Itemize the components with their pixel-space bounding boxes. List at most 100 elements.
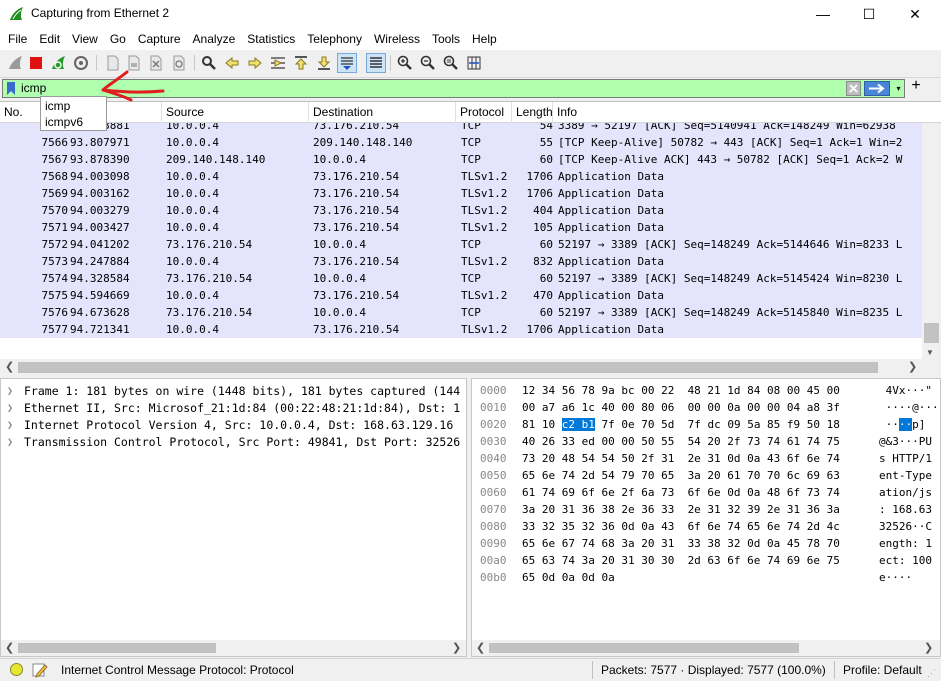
add-filter-button[interactable]: + bbox=[909, 77, 923, 95]
column-header-destination[interactable]: Destination bbox=[309, 102, 456, 123]
expert-info-led-icon[interactable] bbox=[10, 663, 23, 676]
scroll-right-icon[interactable]: ❯ bbox=[908, 360, 917, 373]
scroll-down-icon[interactable]: ▼ bbox=[926, 348, 934, 357]
save-file-button[interactable] bbox=[124, 53, 144, 73]
packet-row[interactable]: 756593.74388110.0.0.473.176.210.54TCP543… bbox=[0, 123, 922, 134]
maximize-button[interactable]: ☐ bbox=[846, 0, 892, 28]
capture-options-button[interactable] bbox=[71, 53, 91, 73]
column-header-info[interactable]: Info bbox=[553, 102, 941, 123]
normal-size-button[interactable] bbox=[441, 53, 461, 73]
bookmark-icon[interactable] bbox=[6, 82, 16, 95]
zoom-in-button[interactable] bbox=[395, 53, 415, 73]
detail-tree-item-tcp[interactable]: ❯ Transmission Control Protocol, Src Por… bbox=[1, 434, 466, 451]
hex-dump-row[interactable]: 0030 40 26 33 ed 00 00 50 55 54 20 2f 73 … bbox=[472, 433, 940, 450]
restart-capture-button[interactable] bbox=[48, 53, 68, 73]
column-header-length[interactable]: Length bbox=[512, 102, 553, 123]
packet-list-vertical-scrollbar[interactable]: ▼ bbox=[922, 123, 941, 359]
go-to-packet-button[interactable] bbox=[268, 53, 288, 73]
menu-statistics[interactable]: Statistics bbox=[241, 28, 301, 50]
scrollbar-thumb[interactable] bbox=[924, 323, 939, 343]
display-filter-input[interactable] bbox=[21, 80, 841, 97]
expand-chevron-icon[interactable]: ❯ bbox=[7, 417, 13, 434]
scroll-left-icon[interactable]: ❮ bbox=[476, 641, 485, 654]
apply-filter-arrow-icon[interactable] bbox=[864, 81, 890, 96]
hex-dump-row[interactable]: 0020 81 10 c2 b1 7f 0e 70 5d 7f dc 09 5a … bbox=[472, 416, 940, 433]
menu-view[interactable]: View bbox=[66, 28, 104, 50]
column-header-source[interactable]: Source bbox=[162, 102, 309, 123]
start-capture-button[interactable] bbox=[5, 53, 25, 73]
scrollbar-thumb[interactable] bbox=[18, 362, 878, 373]
scroll-right-icon[interactable]: ❯ bbox=[924, 641, 933, 654]
scroll-right-icon[interactable]: ❯ bbox=[452, 641, 461, 654]
packet-row[interactable]: 7566 93.807971 10.0.0.4 209.140.148.140 TCP 5… bbox=[0, 134, 922, 151]
menu-file[interactable]: File bbox=[2, 28, 33, 50]
go-first-packet-button[interactable] bbox=[291, 53, 311, 73]
menu-go[interactable]: Go bbox=[104, 28, 132, 50]
hex-dump-row[interactable]: 0050 65 6e 74 2d 54 79 70 65 3a 20 61 70 … bbox=[472, 467, 940, 484]
hex-dump-row[interactable]: 0070 3a 20 31 36 38 2e 36 33 2e 31 32 39 … bbox=[472, 501, 940, 518]
hex-dump-row[interactable]: 0010 00 a7 a6 1c 40 00 80 06 00 00 0a 00 … bbox=[472, 399, 940, 416]
details-horizontal-scrollbar[interactable]: ❮ ❯ bbox=[1, 640, 466, 656]
go-last-packet-button[interactable] bbox=[314, 53, 334, 73]
packet-row[interactable]: 7571 94.003427 10.0.0.4 73.176.210.54 TLSv1.… bbox=[0, 219, 922, 236]
reload-file-button[interactable] bbox=[169, 53, 189, 73]
packet-row[interactable]: 7567 93.878390 209.140.148.140 10.0.0.4 TCP 6… bbox=[0, 151, 922, 168]
hex-dump-row[interactable]: 0080 33 32 35 32 36 0d 0a 43 6f 6e 74 65 … bbox=[472, 518, 940, 535]
go-forward-button[interactable] bbox=[245, 53, 265, 73]
filter-history-dropdown[interactable]: ▾ bbox=[893, 81, 904, 96]
packet-row[interactable]: 7568 94.003098 10.0.0.4 73.176.210.54 TLSv1.… bbox=[0, 168, 922, 185]
profile-status[interactable]: Profile: Default bbox=[843, 663, 922, 677]
scroll-left-icon[interactable]: ❮ bbox=[5, 641, 14, 654]
expand-chevron-icon[interactable]: ❯ bbox=[7, 400, 13, 417]
detail-tree-item-ethernet[interactable]: ❯ Ethernet II, Src: Microsof_21:1d:84 (0… bbox=[1, 400, 466, 417]
expand-chevron-icon[interactable]: ❯ bbox=[7, 383, 13, 400]
hex-dump-row[interactable]: 0000 12 34 56 78 9a bc 00 22 48 21 1d 84 … bbox=[472, 382, 940, 399]
menu-telephony[interactable]: Telephony bbox=[301, 28, 368, 50]
scrollbar-thumb[interactable] bbox=[18, 643, 216, 653]
packet-row[interactable]: 7573 94.247884 10.0.0.4 73.176.210.54 TLSv1.… bbox=[0, 253, 922, 270]
close-button[interactable]: ✕ bbox=[892, 0, 938, 28]
hex-dump-row[interactable]: 00b0 65 0d 0a 0d 0a e···· bbox=[472, 569, 940, 586]
hex-dump-row[interactable]: 0040 73 20 48 54 54 50 2f 31 2e 31 0d 0a … bbox=[472, 450, 940, 467]
zoom-out-button[interactable] bbox=[418, 53, 438, 73]
detail-tree-item-ip[interactable]: ❯ Internet Protocol Version 4, Src: 10.0… bbox=[1, 417, 466, 434]
menu-edit[interactable]: Edit bbox=[33, 28, 66, 50]
hex-dump-row[interactable]: 0090 65 6e 67 74 68 3a 20 31 33 38 32 0d … bbox=[472, 535, 940, 552]
scrollbar-thumb[interactable] bbox=[489, 643, 799, 653]
packet-list-horizontal-scrollbar[interactable]: ❮ ❯ bbox=[0, 359, 941, 376]
detail-tree-item-frame[interactable]: ❯ Frame 1: 181 bytes on wire (1448 bits)… bbox=[1, 383, 466, 400]
open-file-button[interactable] bbox=[103, 53, 123, 73]
menu-tools[interactable]: Tools bbox=[426, 28, 466, 50]
expand-chevron-icon[interactable]: ❯ bbox=[7, 434, 13, 451]
minimize-button[interactable]: — bbox=[800, 0, 846, 28]
clear-filter-icon[interactable] bbox=[846, 81, 861, 96]
close-file-button[interactable] bbox=[146, 53, 166, 73]
capture-comment-pencil-icon[interactable] bbox=[32, 662, 48, 678]
hex-offset: 00b0 bbox=[480, 571, 507, 584]
menu-analyze[interactable]: Analyze bbox=[187, 28, 242, 50]
menu-wireless[interactable]: Wireless bbox=[368, 28, 426, 50]
menu-capture[interactable]: Capture bbox=[132, 28, 187, 50]
hex-dump-row[interactable]: 0060 61 74 69 6f 6e 2f 6a 73 6f 6e 0d 0a … bbox=[472, 484, 940, 501]
colorize-button[interactable] bbox=[366, 53, 386, 73]
menu-help[interactable]: Help bbox=[466, 28, 503, 50]
find-packet-button[interactable] bbox=[199, 53, 219, 73]
packet-row[interactable]: 7576 94.673628 73.176.210.54 10.0.0.4 TCP 60 5… bbox=[0, 304, 922, 321]
hex-dump-row[interactable]: 00a0 65 63 74 3a 20 31 30 30 2d 63 6f 6e … bbox=[472, 552, 940, 569]
go-back-button[interactable] bbox=[222, 53, 242, 73]
packet-row[interactable]: 7569 94.003162 10.0.0.4 73.176.210.54 TLSv1.… bbox=[0, 185, 922, 202]
scroll-left-icon[interactable]: ❮ bbox=[5, 360, 14, 373]
packet-row[interactable]: 7575 94.594669 10.0.0.4 73.176.210.54 TLSv1.… bbox=[0, 287, 922, 304]
packet-row[interactable]: 7577 94.721341 10.0.0.4 73.176.210.54 TLSv1.… bbox=[0, 321, 922, 338]
resize-columns-button[interactable] bbox=[464, 53, 484, 73]
bytes-horizontal-scrollbar[interactable]: ❮ ❯ bbox=[472, 640, 940, 656]
auto-scroll-button[interactable] bbox=[337, 53, 357, 73]
packet-row[interactable]: 7574 94.328584 73.176.210.54 10.0.0.4 TCP 60 5… bbox=[0, 270, 922, 287]
packet-row[interactable]: 7572 94.041202 73.176.210.54 10.0.0.4 TCP 60 5… bbox=[0, 236, 922, 253]
autocomplete-item-icmp[interactable]: icmp bbox=[45, 98, 70, 114]
column-header-protocol[interactable]: Protocol bbox=[456, 102, 512, 123]
stop-capture-button[interactable] bbox=[26, 53, 46, 73]
resize-grip-icon[interactable]: ⋰ bbox=[927, 668, 936, 679]
packet-row[interactable]: 7570 94.003279 10.0.0.4 73.176.210.54 TLSv1.… bbox=[0, 202, 922, 219]
autocomplete-item-icmpv6[interactable]: icmpv6 bbox=[45, 114, 83, 130]
